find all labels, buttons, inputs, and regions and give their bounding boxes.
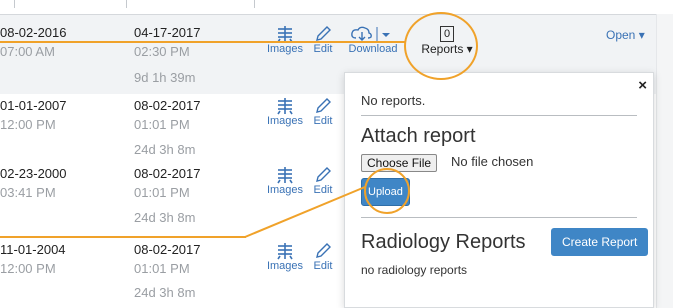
start-time: 12:00 PM (0, 261, 56, 276)
upload-leader-diagonal (244, 186, 366, 238)
start-date: 02-23-2000 (0, 166, 67, 181)
cloud-download-icon (351, 26, 390, 41)
no-reports-text: No reports. (361, 93, 426, 108)
end-date: 08-02-2017 (134, 166, 201, 181)
reports-count: 0 (439, 26, 455, 42)
reports-dropdown[interactable]: 0 Reports ▾ (418, 24, 476, 64)
open-dropdown[interactable]: Open ▾ (606, 28, 645, 42)
end-time: 01:01 PM (134, 261, 190, 276)
pencil-icon (316, 167, 331, 182)
start-date: 01-01-2007 (0, 98, 67, 113)
choose-file-button[interactable]: Choose File (361, 154, 438, 172)
pencil-icon (316, 26, 331, 41)
start-time: 03:41 PM (0, 185, 56, 200)
images-button[interactable]: Images (264, 25, 306, 55)
images-label: Images (266, 260, 304, 272)
header-divider (254, 0, 255, 8)
header-divider (14, 0, 15, 8)
file-status-text: No file chosen (451, 154, 534, 169)
no-radiology-text: no radiology reports (361, 263, 468, 277)
reports-popover: × No reports. Attach report Choose File … (344, 72, 654, 308)
edit-button[interactable]: Edit (310, 25, 336, 55)
divider (361, 115, 637, 116)
images-button[interactable]: Images (264, 97, 306, 127)
images-icon (277, 98, 293, 115)
create-report-button[interactable]: Create Report (551, 228, 649, 256)
upload-button[interactable]: Upload (361, 178, 410, 206)
end-date: 08-02-2017 (134, 242, 201, 257)
pencil-icon (316, 98, 331, 113)
reports-label: Reports ▾ (421, 42, 473, 56)
end-date: 04-17-2017 (134, 25, 201, 40)
edit-button[interactable]: Edit (310, 97, 336, 127)
table-header-band (0, 0, 673, 15)
close-icon[interactable]: × (638, 77, 647, 94)
duration: 24d 3h 8m (134, 142, 196, 157)
start-time: 07:00 AM (0, 44, 55, 59)
attach-report-heading: Attach report (361, 125, 476, 147)
start-time: 12:00 PM (0, 117, 56, 132)
scrollbar-track[interactable] (656, 14, 673, 308)
start-date: 11-01-2004 (0, 242, 66, 257)
duration: 24d 3h 8m (134, 285, 196, 300)
images-button[interactable]: Images (264, 242, 306, 272)
radiology-reports-heading: Radiology Reports (361, 231, 526, 253)
edit-button[interactable]: Edit (310, 242, 336, 272)
header-divider (126, 0, 127, 8)
images-icon (277, 243, 293, 260)
end-time: 01:01 PM (134, 185, 190, 200)
download-label: Download (348, 43, 398, 55)
duration: 9d 1h 39m (134, 70, 196, 85)
edit-label: Edit (313, 115, 333, 127)
duration: 24d 3h 8m (134, 210, 196, 225)
images-icon (277, 26, 293, 43)
edit-label: Edit (313, 260, 333, 272)
edit-label: Edit (313, 43, 333, 55)
images-icon (277, 167, 293, 184)
pencil-icon (316, 243, 331, 258)
divider (361, 217, 637, 218)
download-button[interactable]: Download (346, 25, 400, 55)
end-time: 01:01 PM (134, 117, 190, 132)
images-label: Images (266, 115, 304, 127)
start-date: 08-02-2016 (0, 25, 67, 40)
end-date: 08-02-2017 (134, 98, 201, 113)
end-time: 02:30 PM (134, 44, 190, 59)
images-label: Images (266, 43, 304, 55)
